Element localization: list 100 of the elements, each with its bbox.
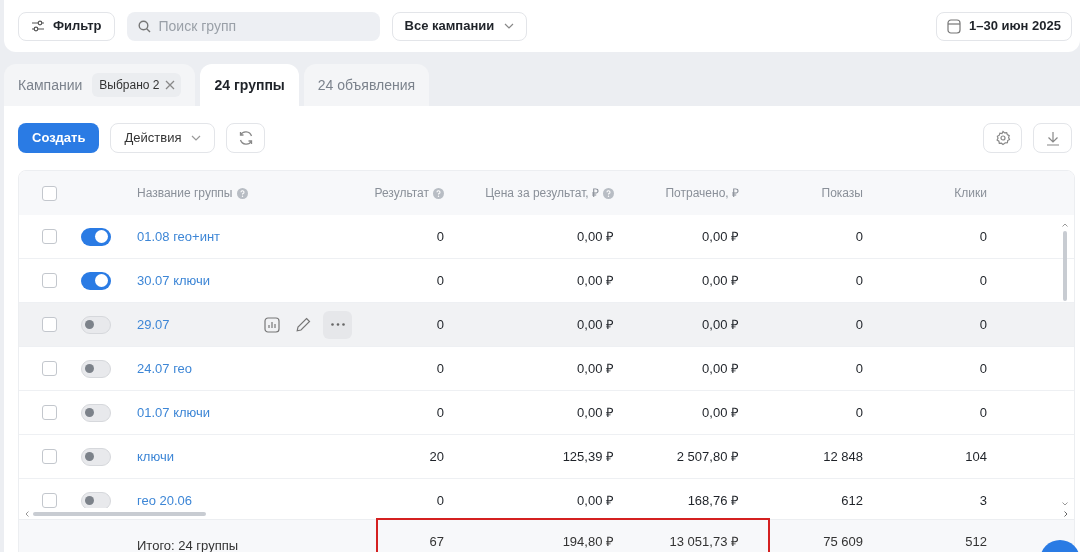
total-cell-text: 75 609 bbox=[823, 533, 863, 551]
create-button[interactable]: Создать bbox=[18, 123, 100, 153]
checkbox[interactable] bbox=[41, 273, 57, 288]
settings-icon bbox=[994, 130, 1011, 146]
group-name-link[interactable]: ключи bbox=[137, 446, 264, 467]
table-cell-text: 0,00 ₽ bbox=[577, 403, 614, 422]
table-cell-text: 0 bbox=[436, 359, 444, 378]
toggle-switch[interactable] bbox=[81, 227, 111, 246]
tab[interactable]: 24 группы bbox=[200, 64, 299, 106]
chart-icon[interactable] bbox=[264, 316, 280, 333]
download-icon bbox=[1045, 130, 1060, 146]
table-cell-text: 104 bbox=[965, 447, 987, 466]
table-cell-text: 0,00 ₽ bbox=[577, 227, 614, 246]
campaign-dropdown[interactable]: Все кампании bbox=[391, 11, 528, 41]
chevron-down-icon bbox=[191, 135, 202, 141]
total-cell-text: 194,80 ₽ bbox=[562, 533, 614, 551]
total-cell-text: 512 bbox=[965, 533, 987, 551]
column-header: Название группы bbox=[137, 185, 233, 202]
table-cell-text: 0 bbox=[979, 315, 987, 334]
actions-dropdown[interactable]: Действия bbox=[110, 123, 216, 153]
table-cell-text: 0 bbox=[436, 491, 444, 508]
tab[interactable]: 24 объявления bbox=[303, 64, 430, 106]
search-icon bbox=[137, 19, 151, 33]
checkbox[interactable] bbox=[41, 185, 57, 201]
total-cell-text: 67 bbox=[429, 533, 444, 551]
table-cell-text: 0,00 ₽ bbox=[702, 359, 739, 378]
tab[interactable]: Кампании Выбрано 2 bbox=[4, 64, 196, 106]
table-cell-text: 0 bbox=[855, 315, 863, 334]
date-range-button[interactable]: 1–30 июн 2025 bbox=[936, 11, 1072, 41]
total-cell-text: 13 051,73 ₽ bbox=[669, 533, 739, 551]
checkbox[interactable] bbox=[41, 449, 57, 464]
group-name-link[interactable]: 24.07 гео bbox=[137, 358, 264, 379]
group-name-link[interactable]: 01.08 гео+инт bbox=[137, 226, 264, 247]
more-icon bbox=[330, 323, 345, 326]
close-icon[interactable] bbox=[165, 80, 176, 90]
group-name-link[interactable]: 01.07 ключи bbox=[137, 402, 264, 423]
calendar-icon bbox=[947, 18, 961, 34]
group-name-link[interactable]: 30.07 ключи bbox=[137, 270, 264, 291]
download-button[interactable] bbox=[1033, 123, 1072, 153]
column-header: Результат bbox=[374, 185, 429, 202]
table-cell-text: 0,00 ₽ bbox=[577, 491, 614, 508]
table-cell-text: 0 bbox=[436, 403, 444, 422]
settings-button[interactable] bbox=[983, 123, 1022, 153]
table-cell-text: 0 bbox=[979, 403, 987, 422]
table-cell-text: 125,39 ₽ bbox=[562, 447, 614, 466]
pencil-icon[interactable] bbox=[296, 317, 311, 332]
toggle-switch[interactable] bbox=[81, 359, 111, 378]
toggle-switch[interactable] bbox=[81, 271, 111, 290]
column-header: Потрачено, ₽ bbox=[665, 185, 739, 202]
checkbox[interactable] bbox=[41, 317, 57, 332]
table-cell-text: 612 bbox=[841, 491, 863, 508]
toggle-switch[interactable] bbox=[81, 315, 111, 334]
table-cell-text: 2 507,80 ₽ bbox=[676, 447, 739, 466]
table-cell-text: 0 bbox=[436, 271, 444, 290]
group-name-link[interactable]: гео 20.06 bbox=[137, 490, 264, 508]
table-cell-text: 0,00 ₽ bbox=[577, 359, 614, 378]
table-cell-text: 12 848 bbox=[823, 447, 863, 466]
chevron-right-icon bbox=[1064, 510, 1068, 517]
table-cell-text: 20 bbox=[429, 447, 444, 466]
search-field[interactable]: Поиск групп bbox=[126, 11, 380, 41]
table-cell-text: 0 bbox=[979, 271, 987, 290]
chevron-down-icon bbox=[504, 23, 515, 29]
table-cell-text: 0,00 ₽ bbox=[577, 271, 614, 290]
toggle-switch[interactable] bbox=[81, 491, 111, 508]
toggle-switch[interactable] bbox=[81, 447, 111, 466]
table-cell-text: 0 bbox=[979, 359, 987, 378]
checkbox[interactable] bbox=[41, 229, 57, 244]
checkbox[interactable] bbox=[41, 405, 57, 420]
selection-chip[interactable]: Выбрано 2 bbox=[92, 73, 182, 97]
table-cell-text: 0 bbox=[436, 315, 444, 334]
total-label: Итого: 24 группы bbox=[137, 536, 239, 552]
table-cell-text: 0,00 ₽ bbox=[702, 315, 739, 334]
checkbox[interactable] bbox=[41, 493, 57, 508]
refresh-button[interactable] bbox=[226, 123, 266, 153]
help-icon[interactable] bbox=[236, 187, 248, 199]
column-header: Клики bbox=[954, 185, 987, 202]
table-cell-text: 0 bbox=[855, 271, 863, 290]
table-cell-text: 0,00 ₽ bbox=[702, 271, 739, 290]
chevron-left-icon bbox=[25, 510, 29, 517]
horizontal-scrollbar-thumb[interactable] bbox=[33, 511, 206, 516]
help-icon[interactable] bbox=[433, 187, 444, 199]
checkbox[interactable] bbox=[41, 361, 57, 376]
filter-button[interactable]: Фильтр bbox=[18, 11, 115, 41]
table-row[interactable]: 29.07 0 0,00 ₽ 0,00 ₽ 0 0 bbox=[19, 303, 1074, 347]
table-cell-text: 0,00 ₽ bbox=[702, 227, 739, 246]
table-cell-text: 0 bbox=[855, 403, 863, 422]
more-button[interactable] bbox=[323, 310, 352, 339]
table-cell-text: 0 bbox=[855, 359, 863, 378]
toggle-switch[interactable] bbox=[81, 403, 111, 422]
scrollbar-thumb[interactable] bbox=[1063, 231, 1067, 301]
table-cell-text: 0 bbox=[979, 227, 987, 246]
help-icon[interactable] bbox=[603, 187, 614, 199]
table-cell-text: 0 bbox=[436, 227, 444, 246]
table-cell-text: 0,00 ₽ bbox=[577, 315, 614, 334]
table-cell-text: 0,00 ₽ bbox=[702, 403, 739, 422]
vertical-scrollbar[interactable] bbox=[1062, 223, 1068, 506]
chevron-down-icon bbox=[1062, 502, 1068, 506]
table-cell-text: 3 bbox=[979, 491, 987, 508]
column-header: Показы bbox=[821, 185, 863, 202]
refresh-icon bbox=[237, 130, 254, 146]
